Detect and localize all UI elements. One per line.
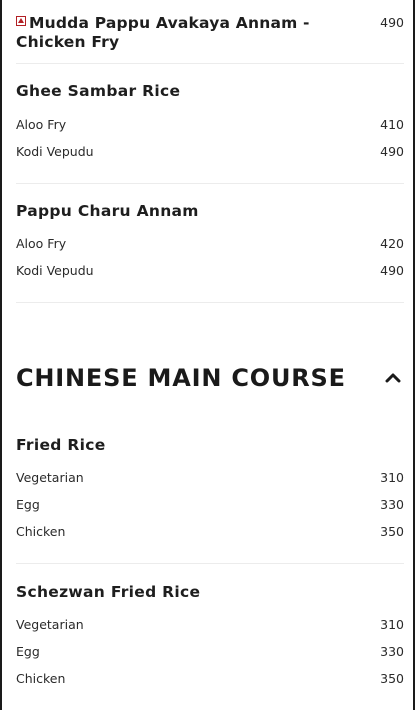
option-name: Egg — [16, 644, 40, 659]
option-price: 350 — [380, 524, 404, 539]
option-name: Vegetarian — [16, 470, 84, 485]
non-veg-icon — [16, 16, 26, 26]
option-price: 330 — [380, 644, 404, 659]
list-item[interactable]: Kodi Vepudu 490 — [16, 144, 404, 159]
option-price: 330 — [380, 497, 404, 512]
chevron-up-icon[interactable] — [382, 367, 404, 389]
option-price: 420 — [380, 236, 404, 251]
option-price: 410 — [380, 117, 404, 132]
list-item[interactable]: Kodi Vepudu 490 — [16, 263, 404, 278]
divider — [16, 302, 404, 303]
section-title: CHINESE MAIN COURSE — [16, 364, 346, 392]
option-name: Vegetarian — [16, 617, 84, 632]
option-name: Chicken — [16, 671, 66, 686]
list-item[interactable]: Vegetarian 310 — [16, 470, 404, 485]
option-name: Chicken — [16, 524, 66, 539]
list-item[interactable]: Vegetarian 310 — [16, 617, 404, 632]
group-title: Pappu Charu Annam — [16, 202, 199, 220]
list-item[interactable]: Chicken 350 — [16, 524, 404, 539]
divider — [16, 563, 404, 564]
section-header[interactable]: CHINESE MAIN COURSE — [16, 364, 404, 392]
group-title: Fried Rice — [16, 436, 106, 454]
menu-item-name: Mudda Pappu Avakaya Annam - Chicken Fry — [16, 14, 310, 51]
list-item[interactable]: Egg 330 — [16, 644, 404, 659]
option-price: 310 — [380, 617, 404, 632]
option-price: 310 — [380, 470, 404, 485]
menu-item-top[interactable]: Mudda Pappu Avakaya Annam - Chicken Fry … — [16, 14, 404, 52]
option-name: Aloo Fry — [16, 236, 67, 251]
list-item[interactable]: Aloo Fry 420 — [16, 236, 404, 251]
option-price: 490 — [380, 263, 404, 278]
option-name: Kodi Vepudu — [16, 144, 94, 159]
divider — [16, 183, 404, 184]
page-frame — [0, 0, 415, 710]
option-price: 490 — [380, 144, 404, 159]
option-name: Kodi Vepudu — [16, 263, 94, 278]
divider — [16, 63, 404, 64]
option-name: Egg — [16, 497, 40, 512]
list-item[interactable]: Aloo Fry 410 — [16, 117, 404, 132]
option-name: Aloo Fry — [16, 117, 67, 132]
list-item[interactable]: Chicken 350 — [16, 671, 404, 686]
list-item[interactable]: Egg 330 — [16, 497, 404, 512]
menu-item-price: 490 — [380, 15, 404, 30]
option-price: 350 — [380, 671, 404, 686]
group-title: Ghee Sambar Rice — [16, 82, 181, 100]
group-title: Schezwan Fried Rice — [16, 583, 201, 601]
